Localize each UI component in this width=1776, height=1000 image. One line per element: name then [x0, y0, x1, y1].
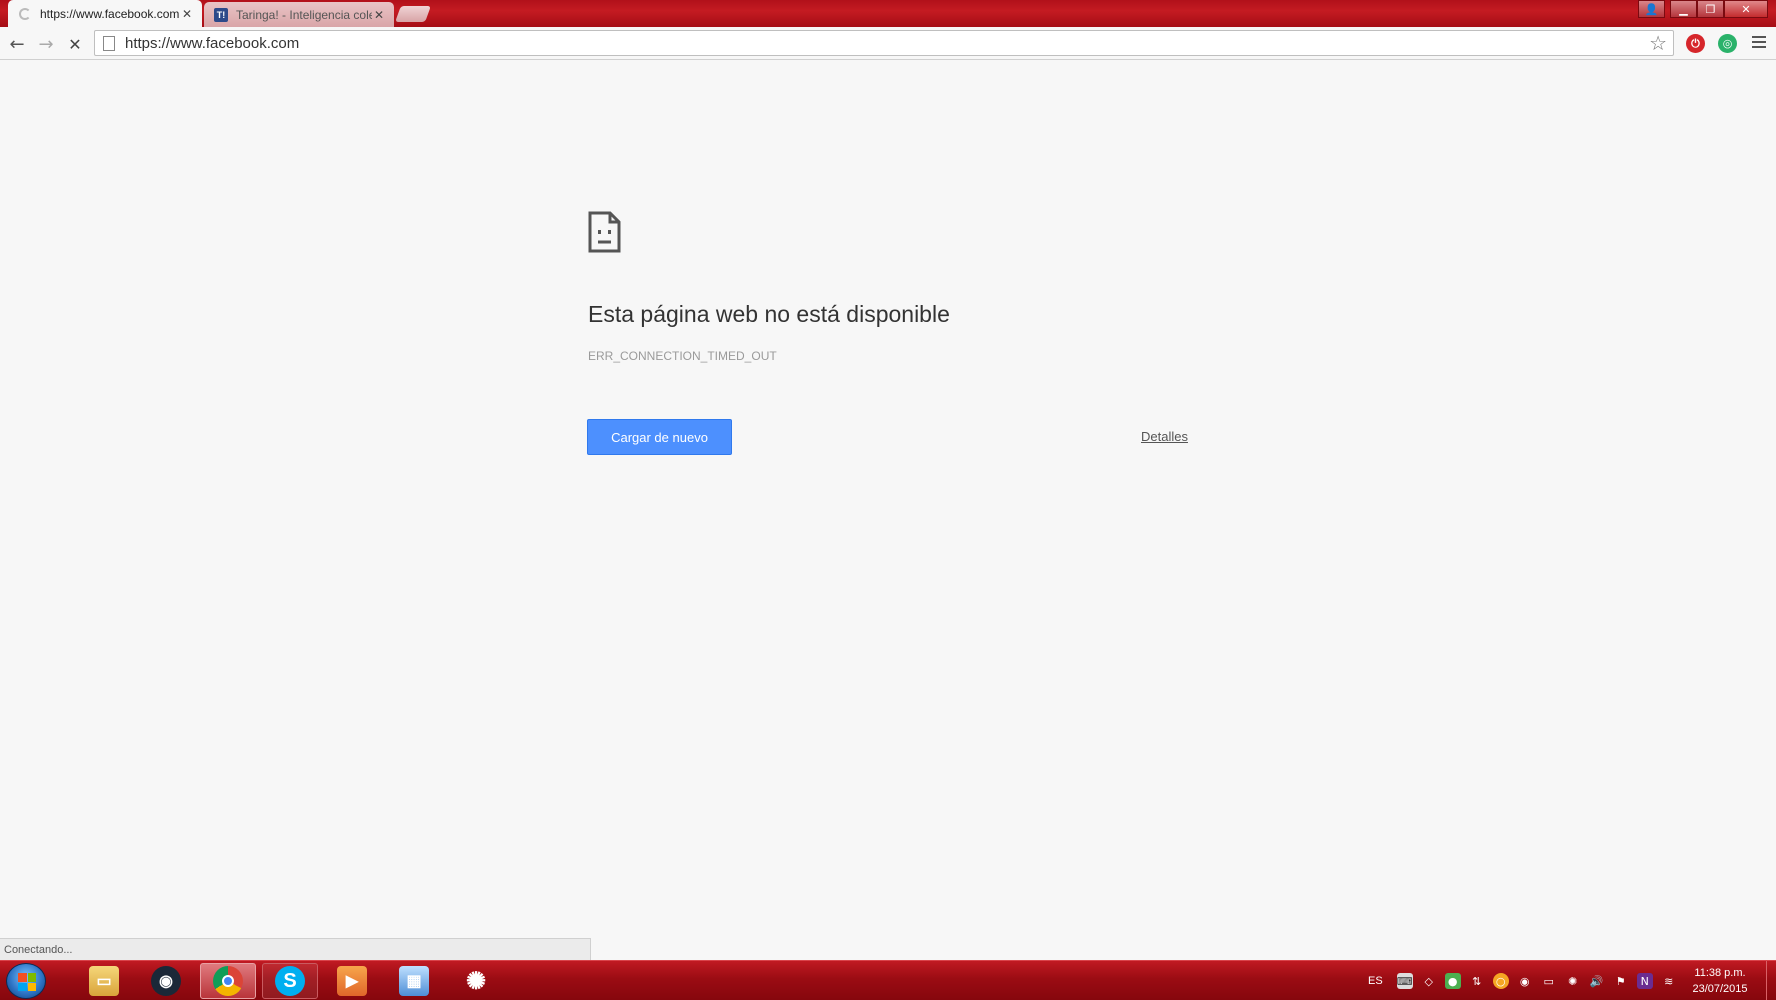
tab-close-icon[interactable]: ✕ [180, 7, 194, 21]
tab-facebook[interactable]: https://www.facebook.com ✕ [8, 0, 202, 27]
tray-green-icon[interactable]: ● [1444, 973, 1461, 989]
clock-time: 11:38 p.m. [1694, 967, 1746, 979]
close-window-button[interactable]: ✕ [1724, 0, 1768, 18]
media-player-icon: ▶ [337, 966, 367, 996]
browser-titlebar: https://www.facebook.com ✕ T! Taringa! -… [0, 0, 1776, 27]
minimize-button[interactable]: ▁ [1670, 0, 1697, 18]
tab-title: https://www.facebook.com [40, 6, 180, 21]
tray-orange-icon[interactable]: ○ [1492, 973, 1509, 989]
tab-taringa[interactable]: T! Taringa! - Inteligencia colectiva ✕ [204, 2, 394, 27]
tray-network-icon[interactable]: ⇅ [1469, 973, 1485, 989]
bookmark-star-icon[interactable]: ☆ [1649, 31, 1667, 55]
page-icon [103, 35, 115, 51]
taskbar-control-panel[interactable]: ▦ [386, 963, 442, 999]
steelseries-icon: ✺ [465, 967, 487, 995]
language-indicator[interactable]: ES [1368, 975, 1383, 987]
details-link[interactable]: Detalles [1141, 429, 1188, 444]
taskbar-skype[interactable]: S [262, 963, 318, 999]
skype-icon: S [275, 966, 305, 996]
windows-taskbar: ▭ ◉ S ▶ ▦ ✺ ES ⌨ ◇ ● ⇅ ○ ◉ ▭ ✺ 🔊 ⚑ N ≋ 1… [0, 960, 1776, 1000]
green-extension-icon[interactable]: ◎ [1718, 34, 1737, 53]
onenote-icon[interactable]: N [1636, 973, 1653, 989]
tray-steelseries-icon[interactable]: ✺ [1565, 973, 1581, 989]
new-tab-button[interactable] [395, 6, 431, 22]
taskbar-steelseries[interactable]: ✺ [448, 963, 504, 999]
folder-icon: ▭ [89, 966, 119, 996]
error-headline: Esta página web no está disponible [588, 301, 950, 327]
error-code: ERR_CONNECTION_TIMED_OUT [588, 349, 777, 363]
volume-icon[interactable]: 🔊 [1589, 973, 1605, 989]
system-clock[interactable]: 11:38 p.m. 23/07/2015 [1680, 965, 1760, 997]
browser-toolbar: ← → ✕ https://www.facebook.com ☆ ⏻ ◎ [0, 27, 1776, 60]
url-text[interactable]: https://www.facebook.com [125, 35, 1649, 52]
address-bar[interactable]: https://www.facebook.com ☆ [94, 30, 1674, 56]
back-arrow-icon[interactable]: ← [5, 32, 29, 56]
taskbar-explorer[interactable]: ▭ [76, 963, 132, 999]
tab-close-icon[interactable]: ✕ [372, 8, 386, 22]
taskbar-steam[interactable]: ◉ [138, 963, 194, 999]
start-button[interactable] [6, 963, 46, 999]
adblock-extension-icon[interactable]: ⏻ [1686, 34, 1705, 53]
taskbar-chrome[interactable] [200, 963, 256, 999]
error-page: Esta página web no está disponible ERR_C… [0, 61, 1776, 961]
chrome-menu-icon[interactable] [1752, 36, 1766, 51]
profile-button[interactable]: 👤 [1638, 0, 1665, 18]
show-desktop-button[interactable] [1766, 961, 1776, 1000]
tray-shield-icon[interactable]: ◇ [1421, 973, 1437, 989]
control-panel-icon: ▦ [399, 966, 429, 996]
keyboard-icon[interactable]: ⌨ [1396, 973, 1413, 989]
taringa-favicon-icon: T! [214, 7, 228, 22]
windows-logo-icon [18, 973, 36, 991]
maximize-button[interactable]: ❐ [1697, 0, 1724, 18]
tray-wifi-icon[interactable]: ≋ [1661, 973, 1677, 989]
window-controls: ▁ ❐ ✕ [1670, 0, 1768, 18]
system-tray: ES ⌨ ◇ ● ⇅ ○ ◉ ▭ ✺ 🔊 ⚑ N ≋ [1368, 961, 1681, 1000]
reload-button[interactable]: Cargar de nuevo [587, 419, 732, 455]
action-center-flag-icon[interactable]: ⚑ [1613, 973, 1629, 989]
forward-arrow-icon[interactable]: → [34, 32, 58, 56]
taskbar-media-player[interactable]: ▶ [324, 963, 380, 999]
tray-steam-icon[interactable]: ◉ [1517, 973, 1533, 989]
loading-spinner-icon [18, 7, 32, 21]
chrome-icon [213, 966, 243, 996]
steam-icon: ◉ [151, 966, 181, 996]
tab-title: Taringa! - Inteligencia colectiva [236, 7, 372, 22]
stop-loading-icon[interactable]: ✕ [63, 32, 87, 56]
status-bubble: Conectando... [0, 938, 591, 960]
user-icon[interactable]: 👤 [1638, 0, 1665, 18]
sad-page-icon [588, 211, 621, 253]
clock-date: 23/07/2015 [1692, 983, 1748, 995]
tray-monitor-icon[interactable]: ▭ [1541, 973, 1557, 989]
